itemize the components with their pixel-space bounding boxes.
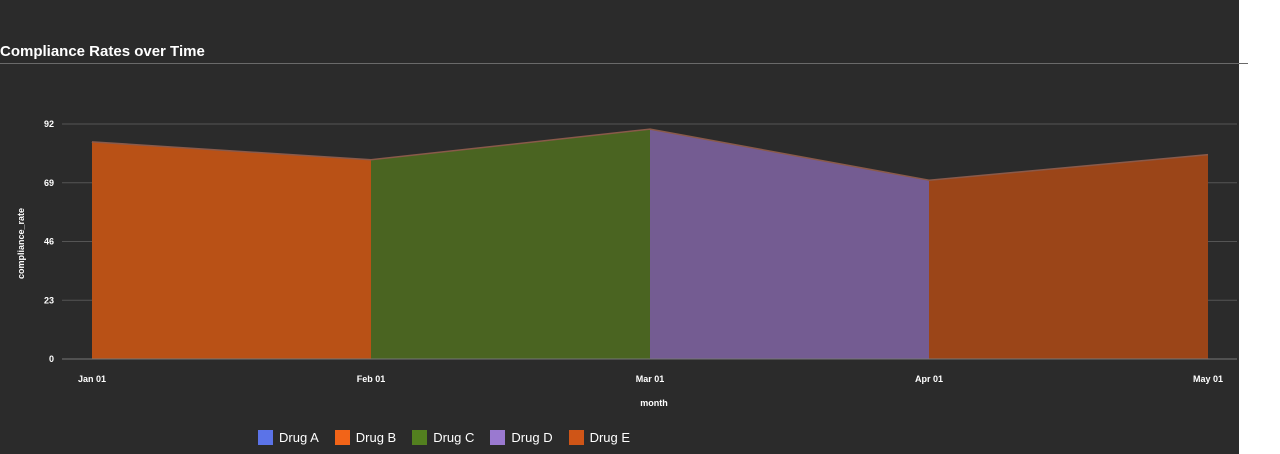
legend-item-drug-e[interactable]: Drug E [568,430,631,445]
x-tick-label: Feb 01 [357,374,386,384]
x-tick-label: Mar 01 [636,374,665,384]
legend-label: Drug A [279,430,319,445]
area-drug-e [929,154,1208,359]
x-tick-label: May 01 [1193,374,1223,384]
y-tick-label: 46 [44,237,54,247]
area-chart: 0 23 46 69 92 Jan 01 Feb 01 Mar 01 Apr 01 May 01 m… [16,119,1237,408]
legend-item-drug-c[interactable]: Drug C [412,430,474,445]
x-axis-title: month [640,398,668,408]
divider-tail [1239,63,1248,64]
legend-swatch [334,430,350,445]
legend-swatch [568,430,584,445]
legend-item-drug-b[interactable]: Drug B [334,430,397,445]
chart-panel: Compliance Rates over Time 0 23 46 69 92 Jan … [0,0,1239,454]
x-tick-label: Apr 01 [915,374,943,384]
y-tick-label: 92 [44,119,54,129]
legend-label: Drug C [433,430,475,445]
y-tick-label: 0 [49,354,54,364]
y-axis-title: compliance_rate [16,208,26,279]
y-tick-label: 23 [44,295,54,305]
area-layer [91,128,1209,360]
legend-label: Drug B [355,430,397,445]
legend-swatch [412,430,428,445]
legend-label: Drug E [589,430,631,445]
x-tick-label: Jan 01 [78,374,106,384]
legend: Drug A Drug B Drug C Drug D Drug E [258,430,630,445]
legend-swatch [258,430,273,445]
y-tick-label: 69 [44,178,54,188]
legend-swatch [490,430,506,445]
legend-item-drug-a[interactable]: Drug A [258,430,319,445]
legend-item-drug-d[interactable]: Drug D [490,430,553,445]
legend-label: Drug D [511,430,553,445]
